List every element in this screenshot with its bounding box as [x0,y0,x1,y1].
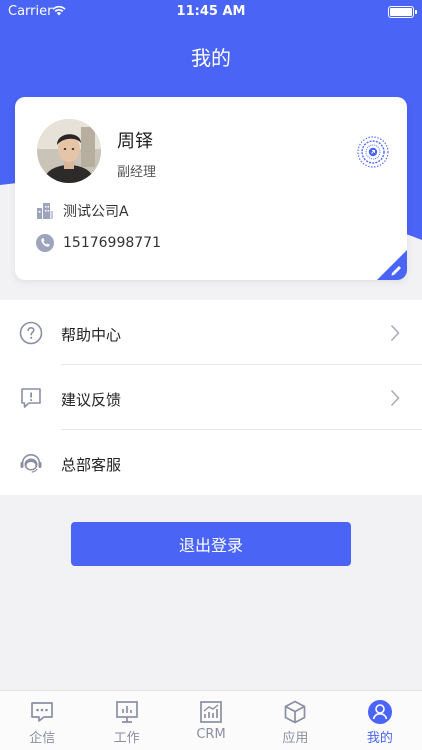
menu-item-help-center[interactable]: 帮助中心 [0,300,422,365]
chevron-right-icon [390,324,400,342]
menu-item-feedback[interactable]: 建议反馈 [0,365,422,430]
tab-label: 企信 [29,731,56,746]
crm-chart-icon [198,699,224,725]
tab-label: CRM [196,727,226,742]
status-bar: Carrier 11:45 AM [0,0,422,24]
logout-button[interactable]: 退出登录 [71,522,351,566]
avatar[interactable] [37,119,101,183]
phone-icon [35,233,55,253]
tab-work[interactable]: 工作 [84,691,168,750]
qr-code-icon[interactable] [356,135,390,169]
tab-label: 我的 [366,731,393,746]
menu-item-customer-service[interactable]: 总部客服 [0,430,422,495]
tab-crm[interactable]: CRM [169,691,253,750]
tab-profile[interactable]: 我的 [338,691,422,750]
app-cube-icon [282,699,308,725]
company-name: 测试公司A [63,204,129,220]
menu-item-label: 帮助中心 [61,326,122,344]
clock-time: 11:45 AM [176,4,246,19]
customer-service-icon [19,451,43,475]
work-icon [114,699,140,725]
tab-label: 工作 [113,731,140,746]
tab-bar: 企信 工作 CRM 应用 我的 [0,690,422,750]
page-title: 我的 [191,46,231,70]
company-row: 测试公司A [35,201,129,221]
profile-card[interactable]: 周铎 副经理 测试公司A 15176998771 [15,97,407,280]
chevron-right-icon [390,389,400,407]
battery-icon [388,6,417,18]
phone-row: 15176998771 [35,233,161,253]
tab-messages[interactable]: 企信 [0,691,84,750]
phone-number: 15176998771 [63,235,161,251]
user-job-title: 副经理 [117,165,157,180]
tab-label: 应用 [282,731,309,746]
tab-apps[interactable]: 应用 [253,691,337,750]
menu-item-label: 建议反馈 [61,391,122,409]
help-icon [19,321,43,345]
menu-item-label: 总部客服 [61,456,122,474]
edit-profile-button[interactable] [377,250,407,280]
user-name: 周铎 [117,131,153,152]
feedback-icon [19,386,43,410]
chat-icon [29,699,55,725]
settings-menu: 帮助中心 建议反馈 总部客服 [0,300,422,495]
profile-icon [367,699,393,725]
building-icon [35,201,55,221]
